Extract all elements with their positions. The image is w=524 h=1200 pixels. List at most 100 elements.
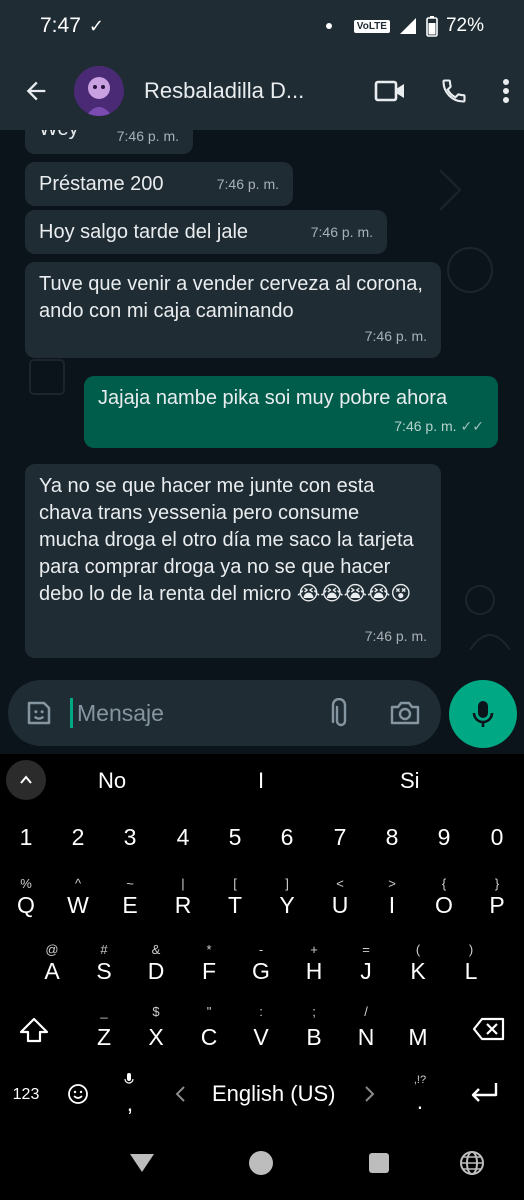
chevron-up-icon (20, 775, 32, 784)
space-bar[interactable]: English (US) (212, 1081, 335, 1107)
attach-icon[interactable] (327, 698, 351, 728)
message-bubble-incoming[interactable]: Wey 7:46 p. m. (25, 130, 193, 154)
key-t[interactable]: T (215, 892, 255, 919)
key-w[interactable]: W (58, 892, 98, 919)
key-j[interactable]: J (346, 958, 386, 985)
key-alt-char: = (362, 942, 370, 957)
message-composer[interactable]: Mensaje (8, 680, 441, 746)
key-alt-char: $ (152, 1004, 160, 1019)
voice-message-button[interactable] (449, 680, 517, 748)
key-h[interactable]: H (294, 958, 334, 985)
key-y[interactable]: Y (267, 892, 307, 919)
message-time: 7:46 p. m. ✓✓ (394, 413, 484, 440)
enter-key[interactable] (468, 1081, 500, 1110)
key-q[interactable]: Q (6, 892, 46, 919)
back-button[interactable] (8, 77, 64, 105)
key-8[interactable]: 8 (372, 824, 412, 851)
key-f[interactable]: F (189, 958, 229, 985)
symbols-key[interactable]: 123 (6, 1086, 46, 1104)
period-key[interactable]: . (400, 1088, 440, 1115)
text-caret (70, 698, 73, 728)
key-1[interactable]: 1 (6, 824, 46, 851)
chevron-left-icon[interactable] (174, 1085, 186, 1103)
key-z[interactable]: Z (84, 1024, 124, 1051)
message-list[interactable]: Wey 7:46 p. m. Préstame 200 7:46 p. m. H… (0, 130, 524, 675)
key-alt-char: * (206, 942, 212, 957)
key-4[interactable]: 4 (163, 824, 203, 851)
shift-key[interactable] (18, 1016, 50, 1049)
key-alt-char: } (494, 876, 500, 891)
key-alt-char: ^ (74, 876, 82, 891)
notification-dot-icon (325, 23, 332, 29)
key-v[interactable]: V (241, 1024, 281, 1051)
battery-icon (426, 16, 438, 37)
key-2[interactable]: 2 (58, 824, 98, 851)
key-3[interactable]: 3 (110, 824, 150, 851)
arrow-left-icon (26, 81, 46, 101)
key-r[interactable]: R (163, 892, 203, 919)
message-input[interactable]: Mensaje (77, 700, 327, 727)
suggestion-toggle-button[interactable] (6, 760, 46, 800)
key-l[interactable]: L (451, 958, 491, 985)
contact-name[interactable]: Resbaladilla D... (144, 78, 319, 104)
key-alt-char: > (388, 876, 396, 891)
key-alt-char: : (259, 1004, 263, 1019)
home-nav-icon[interactable] (248, 1150, 274, 1176)
volte-badge: VoLTE (353, 19, 390, 33)
more-options-icon[interactable] (502, 78, 510, 104)
back-nav-icon[interactable] (128, 1152, 156, 1174)
key-p[interactable]: P (477, 892, 517, 919)
key-0[interactable]: 0 (477, 824, 517, 851)
key-u[interactable]: U (320, 892, 360, 919)
key-b[interactable]: B (294, 1024, 334, 1051)
key-5[interactable]: 5 (215, 824, 255, 851)
message-bubble-outgoing[interactable]: Jajaja nambe pika soi muy pobre ahora 7:… (84, 376, 498, 448)
phone-call-icon[interactable] (440, 77, 468, 105)
suggestion-word[interactable]: Si (400, 768, 420, 794)
key-d[interactable]: D (136, 958, 176, 985)
chevron-right-icon[interactable] (364, 1085, 376, 1103)
status-time: 7:47 (40, 14, 81, 37)
key-s[interactable]: S (84, 958, 124, 985)
language-globe-icon[interactable] (459, 1150, 485, 1176)
key-9[interactable]: 9 (424, 824, 464, 851)
backspace-key[interactable] (472, 1016, 506, 1047)
emoji-key[interactable] (67, 1083, 89, 1110)
avatar[interactable] (74, 66, 124, 116)
key-x[interactable]: X (136, 1024, 176, 1051)
key-n[interactable]: N (346, 1024, 386, 1051)
video-call-icon[interactable] (374, 79, 406, 103)
key-k[interactable]: K (398, 958, 438, 985)
key-o[interactable]: O (424, 892, 464, 919)
camera-icon[interactable] (389, 699, 421, 727)
key-alt-char: [ (233, 876, 237, 891)
key-alt-char: ; (312, 1004, 316, 1019)
emoji-icon (68, 1084, 88, 1104)
message-bubble-incoming[interactable]: Hoy salgo tarde del jale 7:46 p. m. (25, 210, 387, 254)
key-c[interactable]: C (189, 1024, 229, 1051)
sticker-icon[interactable] (24, 698, 54, 728)
key-alt-char: " (206, 1004, 212, 1019)
key-6[interactable]: 6 (267, 824, 307, 851)
key-e[interactable]: E (110, 892, 150, 919)
message-time: 7:46 p. m. (116, 130, 179, 144)
suggestion-word[interactable]: No (98, 768, 126, 794)
key-alt-char: ) (468, 942, 474, 957)
recents-nav-icon[interactable] (368, 1152, 390, 1174)
key-alt-char: _ (100, 1004, 108, 1019)
key-m[interactable]: M (398, 1024, 438, 1051)
message-bubble-incoming[interactable]: Ya no se que hacer me junte con esta cha… (25, 464, 441, 658)
comma-key[interactable]: , (110, 1090, 150, 1117)
suggestion-word[interactable]: I (258, 768, 264, 794)
message-bubble-incoming[interactable]: Préstame 200 7:46 p. m. (25, 162, 293, 206)
key-7[interactable]: 7 (320, 824, 360, 851)
key-g[interactable]: G (241, 958, 281, 985)
message-time: 7:46 p. m. (310, 224, 373, 240)
message-bubble-incoming[interactable]: Tuve que venir a vender cerveza al coron… (25, 262, 441, 358)
message-text: Préstame 200 (39, 173, 164, 195)
key-i[interactable]: I (372, 892, 412, 919)
chat-header: Resbaladilla D... (0, 52, 524, 130)
message-time: 7:46 p. m. (364, 628, 427, 644)
key-a[interactable]: A (32, 958, 72, 985)
key-alt-char: & (151, 942, 161, 957)
